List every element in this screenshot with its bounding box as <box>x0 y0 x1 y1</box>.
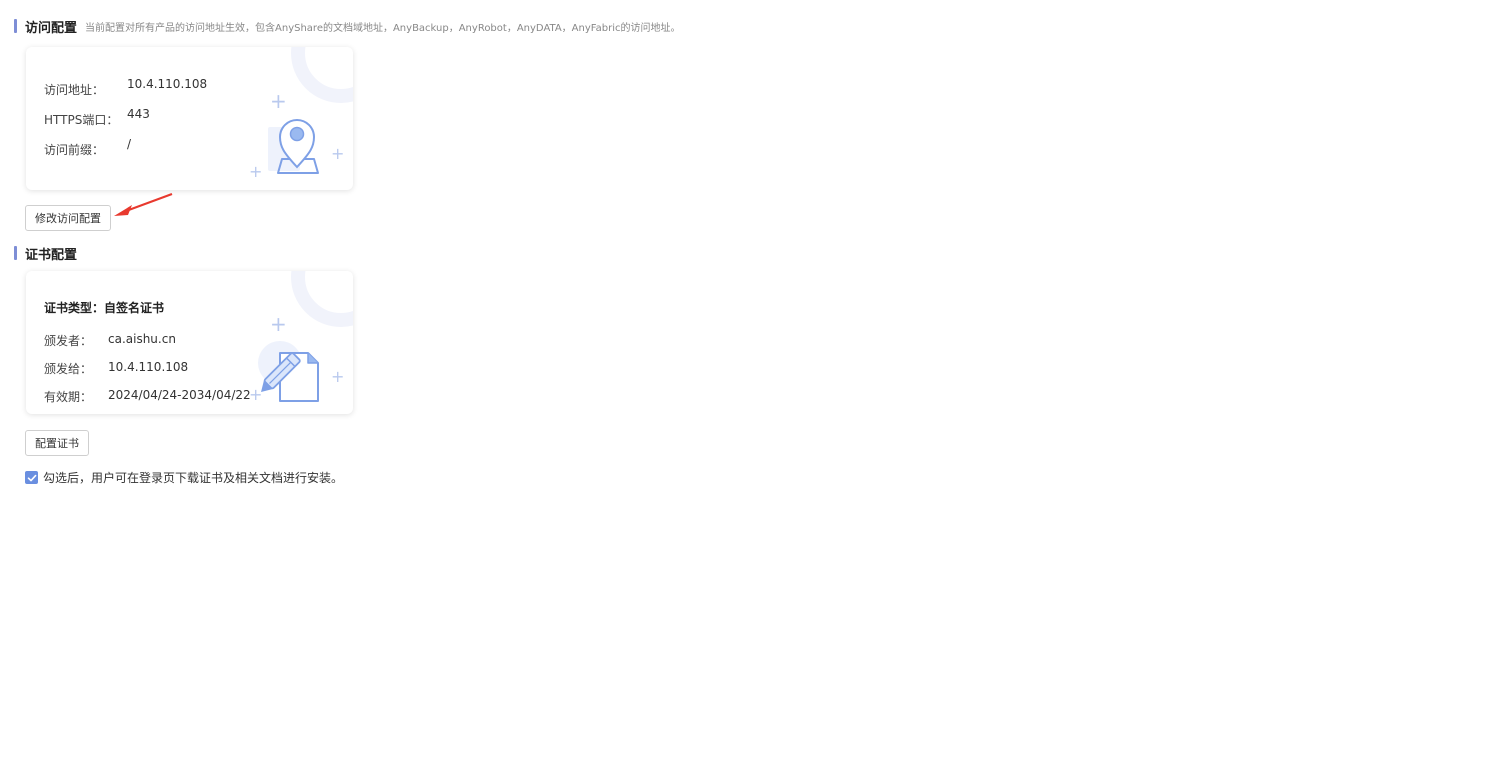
decorative-arc <box>291 271 353 327</box>
plus-decoration-icon: + <box>249 162 263 181</box>
download-cert-label: 勾选后，用户可在登录页下载证书及相关文档进行安装。 <box>43 471 344 485</box>
section-accent-bar <box>14 19 17 33</box>
red-arrow-annotation <box>114 192 173 216</box>
config-cert-button[interactable]: 配置证书 <box>25 430 89 456</box>
document-pen-icon <box>258 341 319 402</box>
checkmark-icon <box>27 474 36 481</box>
access-prefix-label: 访问前缀： <box>44 143 105 157</box>
cert-config-card: 证书类型： 自签名证书 颁发者： ca.aishu.cn 颁发给： 10.4.1… <box>26 271 353 414</box>
access-config-title: 访问配置 <box>25 20 78 36</box>
download-cert-checkbox[interactable] <box>25 471 38 484</box>
access-prefix-row: 访问前缀： / <box>44 137 131 158</box>
https-port-row: HTTPS端口： 443 <box>44 107 150 128</box>
access-address-label: 访问地址： <box>44 83 105 97</box>
cert-issued-to-value: 10.4.110.108 <box>108 360 189 374</box>
cert-type-value: 自签名证书 <box>104 301 165 315</box>
cert-issuer-value: ca.aishu.cn <box>108 332 176 346</box>
access-config-description: 当前配置对所有产品的访问地址生效，包含AnyShare的文档域地址，AnyBac… <box>85 22 681 34</box>
access-address-value: 10.4.110.108 <box>127 77 208 91</box>
access-config-header: 访问配置 当前配置对所有产品的访问地址生效，包含AnyShare的文档域地址，A… <box>14 18 681 36</box>
download-cert-option: 勾选后，用户可在登录页下载证书及相关文档进行安装。 <box>25 469 343 486</box>
cert-validity-value: 2024/04/24-2034/04/22 <box>108 388 251 402</box>
https-port-value: 443 <box>127 107 150 121</box>
access-address-row: 访问地址： 10.4.110.108 <box>44 77 207 98</box>
access-config-card: 访问地址： 10.4.110.108 HTTPS端口： 443 访问前缀： / … <box>26 47 353 190</box>
cert-issuer-row: 颁发者： ca.aishu.cn <box>44 332 176 349</box>
https-port-label: HTTPS端口： <box>44 113 119 127</box>
cert-issuer-label: 颁发者： <box>44 334 93 348</box>
location-pin-icon <box>268 119 319 174</box>
cert-type-row: 证书类型： 自签名证书 <box>44 299 164 316</box>
cert-validity-label: 有效期： <box>44 390 93 404</box>
edit-access-config-button[interactable]: 修改访问配置 <box>25 205 111 231</box>
plus-decoration-icon: + <box>270 89 287 113</box>
cert-config-title: 证书配置 <box>25 247 78 263</box>
cert-validity-row: 有效期： 2024/04/24-2034/04/22 <box>44 388 251 405</box>
access-prefix-value: / <box>127 137 132 151</box>
plus-decoration-icon: + <box>331 367 345 386</box>
cert-issued-to-row: 颁发给： 10.4.110.108 <box>44 360 188 377</box>
section-accent-bar <box>14 246 17 260</box>
cert-config-header: 证书配置 <box>14 245 78 263</box>
plus-decoration-icon: + <box>270 312 287 336</box>
decorative-arc <box>291 47 353 103</box>
cert-type-label: 证书类型： <box>44 301 105 315</box>
cert-issued-to-label: 颁发给： <box>44 362 93 376</box>
